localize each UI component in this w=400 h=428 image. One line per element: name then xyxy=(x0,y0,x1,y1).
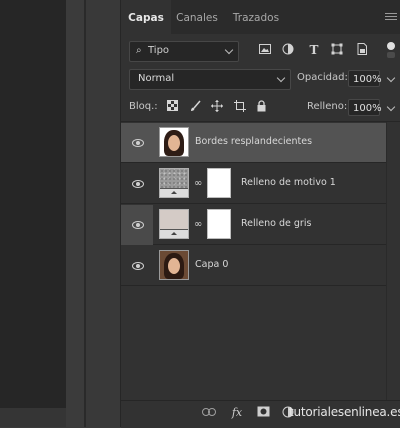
divider xyxy=(121,121,400,122)
layer-name[interactable]: Relleno de gris xyxy=(241,218,311,229)
watermark-text: tutorialesenlinea.es xyxy=(289,405,400,419)
lock-artboard-icon[interactable] xyxy=(233,100,247,114)
layer-filter-select[interactable]: ⌕ Tipo xyxy=(129,41,239,62)
tab-canales[interactable]: Canales xyxy=(171,0,223,34)
link-icon[interactable]: ∞ xyxy=(194,178,202,190)
fx-icon[interactable]: fx xyxy=(229,406,245,420)
adjustment-filter-icon[interactable] xyxy=(281,43,295,57)
panel-menu-icon[interactable] xyxy=(385,13,397,23)
layer-row-bordes-resplandecientes[interactable]: Bordes resplandecientes xyxy=(121,123,386,163)
type-filter-icon[interactable]: T xyxy=(307,43,321,57)
fill-chevron-icon[interactable] xyxy=(386,102,396,112)
eye-icon xyxy=(132,139,144,147)
lock-image-pixels-icon[interactable] xyxy=(188,100,202,114)
add-mask-icon[interactable] xyxy=(255,406,271,420)
fill-label: Relleno: xyxy=(307,101,348,112)
layers-footer-toolbar: fx tutorialesenlinea.es xyxy=(121,400,400,428)
layers-panel: Capas Canales Trazados ⌕ Tipo T Normal O… xyxy=(120,0,400,428)
layer-row-capa-0[interactable]: Capa 0 xyxy=(121,246,386,286)
search-icon: ⌕ xyxy=(136,45,142,56)
link-layers-icon[interactable] xyxy=(201,406,217,420)
tab-trazados[interactable]: Trazados xyxy=(223,0,289,34)
layer-thumbnail xyxy=(159,250,189,280)
canvas-gutter xyxy=(66,0,84,427)
link-icon[interactable]: ∞ xyxy=(194,219,202,231)
eye-icon xyxy=(132,180,144,188)
layer-name[interactable]: Bordes resplandecientes xyxy=(195,136,312,147)
lock-transparent-pixels-icon[interactable] xyxy=(165,100,179,114)
layers-scrollbar[interactable] xyxy=(386,122,400,408)
visibility-toggle[interactable] xyxy=(121,164,153,204)
lock-position-icon[interactable] xyxy=(210,100,224,114)
tab-capas[interactable]: Capas xyxy=(121,0,171,34)
opacity-label: Opacidad: xyxy=(297,72,348,83)
filter-kind-label: Tipo xyxy=(148,45,170,56)
chevron-down-icon xyxy=(224,45,234,55)
visibility-toggle[interactable] xyxy=(121,205,153,245)
layer-row-relleno-de-motivo-1[interactable]: ∞ Relleno de motivo 1 xyxy=(121,164,386,204)
layer-name[interactable]: Relleno de motivo 1 xyxy=(241,177,336,188)
blend-mode-select[interactable]: Normal xyxy=(129,69,291,90)
visibility-toggle[interactable] xyxy=(121,246,153,286)
layer-mask-thumbnail[interactable] xyxy=(207,168,231,198)
visibility-toggle[interactable] xyxy=(121,123,153,163)
eye-icon xyxy=(132,221,144,229)
opacity-input[interactable]: 100% xyxy=(348,70,382,87)
panel-tab-bar: Capas Canales Trazados xyxy=(121,0,400,34)
image-filter-icon[interactable] xyxy=(258,43,272,57)
layer-name[interactable]: Capa 0 xyxy=(195,259,228,270)
filter-toggle-switch[interactable] xyxy=(387,42,395,58)
smart-object-filter-icon[interactable] xyxy=(355,43,369,57)
blend-mode-value: Normal xyxy=(138,73,175,84)
eye-icon xyxy=(132,262,144,270)
lock-all-icon[interactable] xyxy=(254,100,268,114)
opacity-chevron-icon[interactable] xyxy=(386,73,396,83)
canvas-status-bar xyxy=(0,408,66,427)
layer-thumbnail xyxy=(159,127,189,157)
canvas-area[interactable] xyxy=(0,0,66,408)
layer-thumbnail xyxy=(159,168,189,198)
panel-dock-strip xyxy=(86,0,120,427)
fill-input[interactable]: 100% xyxy=(348,99,382,116)
shape-filter-icon[interactable] xyxy=(330,43,344,57)
layer-mask-thumbnail[interactable] xyxy=(207,209,231,239)
chevron-down-icon xyxy=(276,73,286,83)
layer-row-relleno-de-gris[interactable]: ∞ Relleno de gris xyxy=(121,205,386,245)
layer-thumbnail xyxy=(159,209,189,239)
lock-label: Bloq.: xyxy=(129,101,158,112)
